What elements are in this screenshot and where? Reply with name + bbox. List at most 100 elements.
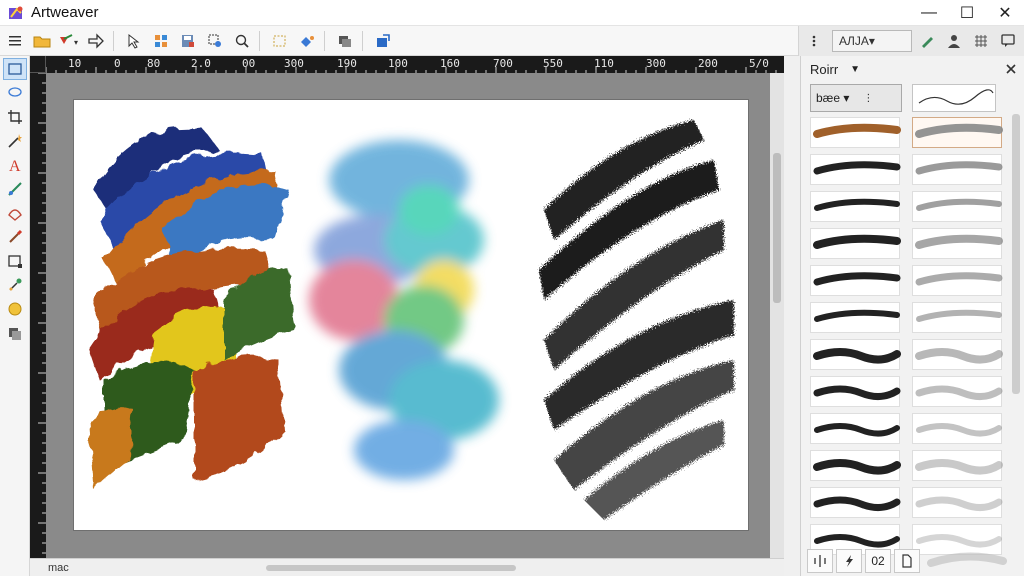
rectangle-select-tool-icon[interactable] — [3, 58, 27, 80]
user-icon[interactable] — [942, 29, 966, 53]
brush-tool-icon[interactable] — [3, 226, 27, 248]
maximize-button[interactable]: ☐ — [948, 0, 986, 26]
grid-icon[interactable] — [149, 29, 173, 53]
zoom-select-icon[interactable] — [203, 29, 227, 53]
brush-preset-14[interactable] — [912, 339, 1003, 370]
brush-dropdown-icon[interactable]: ▾ — [57, 29, 81, 53]
layer-tool-icon[interactable] — [3, 322, 27, 344]
eyedropper-tool-icon[interactable] — [3, 274, 27, 296]
magic-wand-tool-icon[interactable] — [3, 130, 27, 152]
brush-preset-8[interactable] — [912, 228, 1003, 259]
layers-icon[interactable] — [333, 29, 357, 53]
brush-preset-4[interactable] — [912, 154, 1003, 185]
brush-preset-9[interactable] — [810, 265, 901, 296]
horizontal-ruler: 10 0 80 2.0 00 300 190 100 160 700 550 1… — [46, 56, 784, 73]
canvas-horizontal-scroll-thumb[interactable] — [266, 565, 516, 571]
panel-title: Roirr — [810, 61, 839, 77]
brush-category-select[interactable]: bæe ▾ ⋮ — [810, 84, 902, 112]
split-view-icon[interactable] — [807, 549, 833, 573]
brushes-panel: Roirr ▼ bæe ▾ ⋮ 02 — [800, 56, 1024, 576]
ruler-label: 2.0 — [191, 57, 211, 70]
chevron-down-icon[interactable]: ▼ — [850, 64, 860, 75]
ellipse-tool-icon[interactable] — [3, 298, 27, 320]
ruler-label: 300 — [646, 57, 666, 70]
toolbar-separator — [324, 30, 325, 51]
menu-icon[interactable] — [3, 29, 27, 53]
zoom-icon[interactable] — [230, 29, 254, 53]
brush-stroke-artwork — [89, 120, 734, 520]
transform-tool-icon[interactable] — [3, 250, 27, 272]
ruler-label: 80 — [147, 57, 161, 70]
brush-preset-19[interactable] — [810, 450, 901, 481]
tool-palette: A — [0, 56, 30, 576]
panel-scrollbar[interactable] — [1010, 114, 1022, 544]
lightning-icon[interactable] — [836, 549, 862, 573]
stroke-preview — [912, 84, 996, 112]
save-icon[interactable] — [176, 29, 200, 53]
chat-icon[interactable] — [996, 29, 1020, 53]
gradient-tool-icon[interactable] — [3, 178, 27, 200]
pen-icon[interactable] — [915, 29, 939, 53]
grid-pattern-icon[interactable] — [969, 29, 993, 53]
brush-preset-6[interactable] — [912, 191, 1002, 222]
shape-tool-icon[interactable] — [3, 202, 27, 224]
marquee-icon[interactable] — [268, 29, 292, 53]
brush-preset-18[interactable] — [912, 413, 1002, 444]
watercolor-strokes — [309, 140, 499, 480]
brush-preset-16[interactable] — [912, 376, 1003, 407]
select-icon[interactable] — [122, 29, 146, 53]
brush-category-label: bæe ▾ — [816, 91, 850, 105]
artweaver-window: Artweaver — ☐ ✕ ▾ AЛJA▾ A 10 0 80 2.0 00… — [0, 0, 1024, 576]
open-folder-icon[interactable] — [30, 29, 54, 53]
brush-preset-22[interactable] — [912, 487, 1003, 518]
brush-preset-2[interactable] — [912, 117, 1003, 148]
brush-preset-13[interactable] — [810, 339, 901, 370]
ruler-label: 300 — [284, 57, 304, 70]
vertical-ruler — [30, 73, 46, 558]
brush-size-value[interactable]: 02 — [865, 549, 891, 573]
ruler-label: 700 — [493, 57, 513, 70]
artweaver-logo-icon — [9, 6, 23, 19]
paint-bucket-icon[interactable] — [295, 29, 319, 53]
oil-strokes — [89, 128, 294, 490]
main-toolbar: ▾ AЛJA▾ — [0, 26, 1024, 56]
pin-icon[interactable] — [1006, 62, 1016, 77]
canvas-workspace[interactable]: 10 0 80 2.0 00 300 190 100 160 700 550 1… — [30, 56, 784, 576]
ruler-label: 5/0 — [749, 57, 769, 70]
toolbar-separator — [362, 30, 363, 51]
brush-preset-1[interactable] — [810, 117, 901, 148]
minimize-button[interactable]: — — [910, 0, 948, 26]
ruler-ticks-vertical — [38, 73, 46, 554]
close-button[interactable]: ✕ — [986, 0, 1024, 26]
brush-preset-10[interactable] — [912, 265, 1003, 296]
brush-preset-21[interactable] — [810, 487, 901, 518]
toolbar-right-group: AЛJA▾ — [798, 26, 1024, 56]
painting-canvas[interactable] — [74, 100, 748, 530]
brush-preset-7[interactable] — [810, 228, 901, 259]
ruler-label: 200 — [698, 57, 718, 70]
ruler-label: 190 — [337, 57, 357, 70]
brush-preset-3[interactable] — [810, 154, 901, 185]
canvas-vertical-scroll-thumb[interactable] — [773, 153, 781, 303]
text-tool-icon[interactable]: A — [3, 154, 27, 176]
brush-preset-20[interactable] — [912, 450, 1003, 481]
brush-preset-select[interactable]: AЛJA▾ — [832, 30, 912, 52]
panel-footer: 02 — [807, 548, 1021, 574]
brush-preset-17[interactable] — [810, 413, 900, 444]
brush-preset-5[interactable] — [810, 191, 900, 222]
export-icon[interactable] — [371, 29, 395, 53]
lasso-tool-icon[interactable] — [3, 82, 27, 104]
crop-tool-icon[interactable] — [3, 106, 27, 128]
page-icon[interactable] — [894, 549, 920, 573]
app-title: Artweaver — [31, 4, 99, 21]
brush-preset-12[interactable] — [912, 302, 1002, 333]
arrow-icon[interactable] — [84, 29, 108, 53]
ruler-label: 110 — [594, 57, 614, 70]
brush-tip-icon[interactable] — [802, 29, 826, 53]
brush-preset-11[interactable] — [810, 302, 900, 333]
canvas-horizontal-scrollbar[interactable] — [262, 563, 772, 573]
panel-scroll-thumb[interactable] — [1012, 114, 1020, 394]
brush-preset-15[interactable] — [810, 376, 901, 407]
canvas-vertical-scrollbar[interactable] — [770, 73, 784, 558]
brush-preview-tail — [927, 549, 1007, 573]
